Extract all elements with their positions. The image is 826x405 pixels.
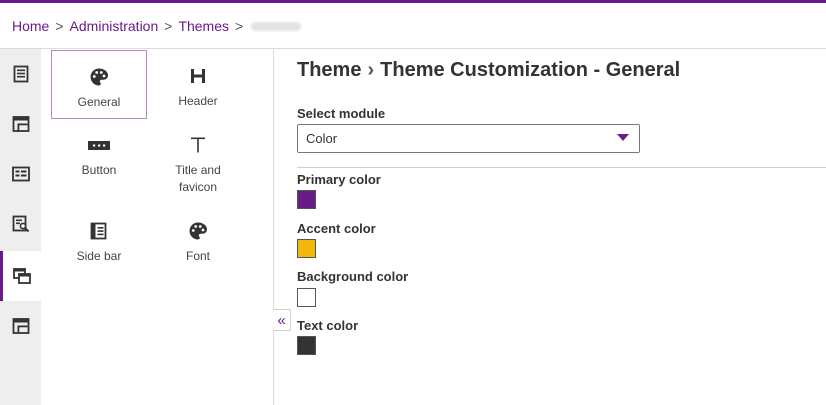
background-color-swatch[interactable] bbox=[297, 288, 316, 307]
accent-color-swatch[interactable] bbox=[297, 239, 316, 258]
select-module-label: Select module bbox=[297, 106, 386, 121]
primary-color-label: Primary color bbox=[297, 172, 381, 187]
tile-general[interactable]: General bbox=[51, 50, 147, 119]
breadcrumb-separator: > bbox=[164, 18, 173, 34]
tile-button[interactable]: Button bbox=[51, 132, 147, 179]
rail-item-documents[interactable] bbox=[0, 49, 41, 99]
title-separator: › bbox=[367, 59, 375, 81]
tile-label: Button bbox=[81, 163, 117, 177]
rail-item-table-layout[interactable] bbox=[0, 301, 41, 351]
left-rail bbox=[0, 49, 41, 405]
header-h-icon bbox=[189, 63, 207, 89]
tile-font[interactable]: Font bbox=[150, 218, 246, 265]
palette-icon bbox=[188, 218, 208, 244]
rail-item-layout[interactable] bbox=[0, 99, 41, 149]
dropdown-caret-icon bbox=[617, 134, 629, 141]
page-title: Theme › Theme Customization - General bbox=[297, 59, 680, 82]
breadcrumb-separator: > bbox=[55, 18, 64, 34]
palette-icon bbox=[89, 64, 109, 90]
theme-windows-icon bbox=[13, 268, 31, 284]
breadcrumb-home[interactable]: Home bbox=[12, 18, 49, 34]
layout-icon bbox=[12, 116, 29, 132]
table-layout-icon bbox=[12, 318, 29, 334]
breadcrumb-administration[interactable]: Administration bbox=[70, 18, 159, 34]
tile-label: General bbox=[77, 95, 121, 109]
select-module-dropdown[interactable]: Color bbox=[297, 124, 640, 153]
background-color-label: Background color bbox=[297, 269, 409, 284]
breadcrumb-themes[interactable]: Themes bbox=[178, 18, 229, 34]
text-color-label: Text color bbox=[297, 318, 359, 333]
rail-item-dashboard[interactable] bbox=[0, 149, 41, 199]
inspect-icon bbox=[12, 215, 29, 233]
double-chevron-left-icon: « bbox=[277, 311, 286, 329]
primary-color-swatch[interactable] bbox=[297, 190, 316, 209]
collapse-panel-button[interactable]: « bbox=[273, 309, 291, 331]
document-list-icon bbox=[13, 65, 28, 83]
tile-label: Side bar bbox=[76, 249, 122, 263]
theme-section-grid: General Header Button Title and favicon … bbox=[41, 49, 274, 405]
tile-label: Header bbox=[178, 94, 218, 108]
select-module-value: Color bbox=[306, 131, 338, 146]
text-t-icon bbox=[189, 132, 207, 158]
accent-color-label: Accent color bbox=[297, 221, 376, 236]
text-color-swatch[interactable] bbox=[297, 336, 316, 355]
tile-label: Font bbox=[185, 249, 210, 263]
tile-title-and-favicon[interactable]: Title and favicon bbox=[150, 132, 246, 196]
title-parent: Theme bbox=[297, 59, 362, 81]
rail-item-themes[interactable] bbox=[0, 251, 41, 301]
section-divider bbox=[297, 167, 826, 168]
breadcrumb-separator: > bbox=[235, 18, 244, 34]
sidebar-icon bbox=[89, 218, 109, 244]
tile-header[interactable]: Header bbox=[150, 63, 246, 110]
breadcrumb: Home > Administration > Themes > bbox=[12, 17, 302, 35]
title-current: Theme Customization - General bbox=[380, 59, 681, 81]
top-accent-bar bbox=[0, 0, 826, 3]
button-icon bbox=[87, 132, 111, 158]
tile-side-bar[interactable]: Side bar bbox=[51, 218, 147, 265]
dashboard-icon bbox=[11, 166, 30, 182]
tile-label: Title and favicon bbox=[175, 163, 221, 194]
rail-item-inspect[interactable] bbox=[0, 199, 41, 249]
breadcrumb-current-blurred bbox=[251, 21, 302, 31]
